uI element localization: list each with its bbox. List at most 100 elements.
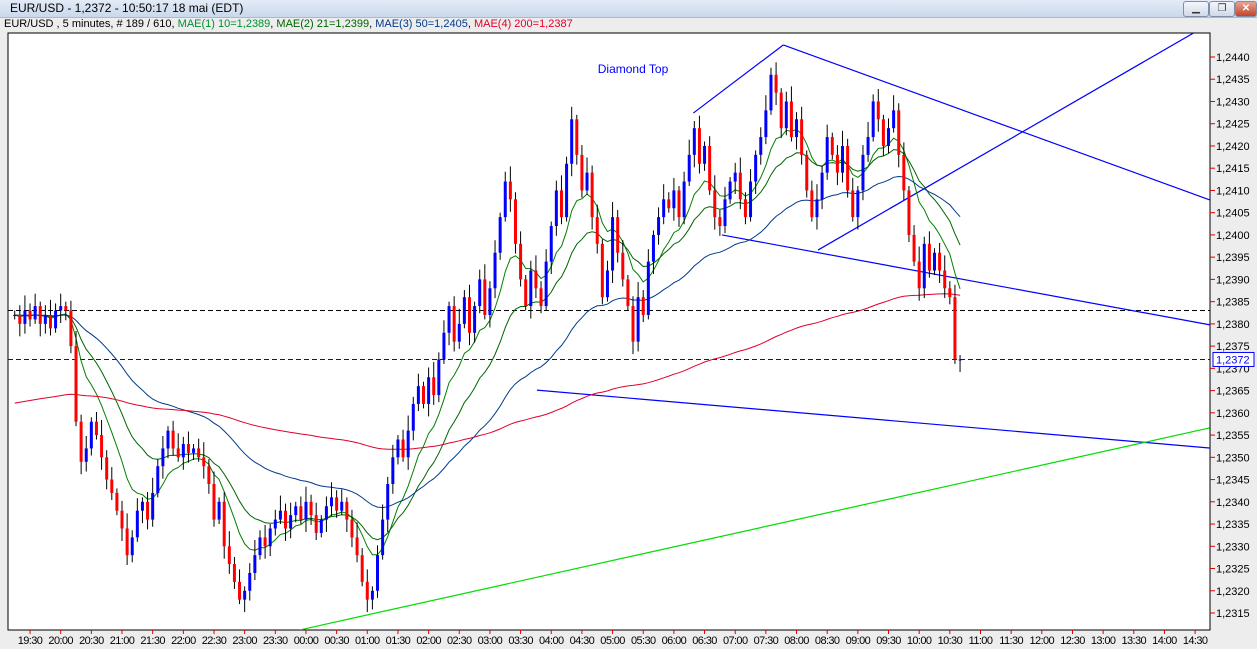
candle-up xyxy=(856,190,860,218)
candle-down xyxy=(789,101,793,138)
candle-down xyxy=(805,154,809,191)
candle-down xyxy=(743,199,747,218)
candle-down xyxy=(69,310,73,347)
candle-down xyxy=(851,190,855,218)
x-tick-label: 12:00 xyxy=(1030,635,1055,647)
candle-up xyxy=(682,181,686,218)
candle-up xyxy=(820,172,824,200)
candle-up xyxy=(416,386,420,404)
price-chart[interactable]: 1,2440 1,2435 1,2430 1,2425 1,2420 1,2415 1,24… xyxy=(0,0,1257,649)
candle-up xyxy=(769,74,773,111)
x-tick-label: 04:30 xyxy=(570,635,595,647)
candle-down xyxy=(575,119,579,155)
candle-up xyxy=(33,306,37,320)
candle-up xyxy=(248,572,252,591)
candle-up xyxy=(140,501,144,511)
candle-down xyxy=(284,510,288,529)
candle-up xyxy=(289,515,293,529)
candle-up xyxy=(130,537,134,556)
x-tick-label: 06:30 xyxy=(692,635,717,647)
y-tick-label: 1,2430 xyxy=(1216,96,1250,108)
x-tick-label: 22:30 xyxy=(202,635,227,647)
candle-down xyxy=(120,510,124,529)
candle-down xyxy=(621,252,625,280)
candle-up xyxy=(754,154,758,182)
x-tick-label: 08:30 xyxy=(815,635,840,647)
candle-down xyxy=(115,492,119,511)
candle-down xyxy=(938,252,942,271)
candle-down xyxy=(677,190,681,218)
candle-down xyxy=(186,443,190,453)
candle-up xyxy=(381,519,385,556)
candle-down xyxy=(227,546,231,565)
candle-up xyxy=(294,506,298,516)
candle-up xyxy=(43,314,47,324)
candle-up xyxy=(457,323,461,342)
candle-down xyxy=(641,297,645,315)
candle-up xyxy=(554,190,558,227)
x-tick-label: 12:30 xyxy=(1060,635,1085,647)
candle-down xyxy=(360,555,364,582)
x-tick-label: 10:30 xyxy=(938,635,963,647)
candle-down xyxy=(524,279,528,307)
candle-up xyxy=(662,199,666,218)
candle-up xyxy=(192,448,196,453)
x-tick-label: 06:00 xyxy=(662,635,687,647)
y-tick-label: 1,2405 xyxy=(1216,208,1250,220)
candle-down xyxy=(171,430,175,449)
candle-up xyxy=(922,243,926,289)
candle-up xyxy=(503,181,507,218)
x-tick-label: 13:30 xyxy=(1122,635,1147,647)
candle-down xyxy=(350,519,354,538)
candle-down xyxy=(708,145,712,191)
candle-down xyxy=(197,448,201,458)
candle-up xyxy=(493,252,497,289)
y-tick-label: 1,2335 xyxy=(1216,519,1250,531)
candle-down xyxy=(309,501,313,516)
y-tick-label: 1,2355 xyxy=(1216,430,1250,442)
x-tick-label: 11:00 xyxy=(969,635,993,647)
candle-up xyxy=(749,181,753,218)
candle-down xyxy=(18,314,22,324)
candle-up xyxy=(488,288,492,315)
candle-up xyxy=(795,119,799,138)
x-tick-label: 08:00 xyxy=(784,635,809,647)
candle-up xyxy=(784,101,788,129)
candle-down xyxy=(600,243,604,298)
candle-down xyxy=(800,119,804,155)
candle-down xyxy=(238,581,242,600)
candle-up xyxy=(887,128,891,146)
candle-up xyxy=(544,261,548,307)
candle-up xyxy=(723,199,727,227)
x-tick-label: 23:30 xyxy=(263,635,288,647)
diamond-top-annotation: Diamond Top xyxy=(598,62,669,76)
candle-up xyxy=(54,310,58,329)
candle-up xyxy=(427,377,431,404)
y-tick-label: 1,2435 xyxy=(1216,74,1250,86)
x-tick-label: 14:00 xyxy=(1152,635,1177,647)
plot-area xyxy=(7,32,1211,631)
candle-up xyxy=(570,119,574,164)
candle-down xyxy=(846,145,850,191)
candle-up xyxy=(442,332,446,360)
candle-up xyxy=(13,314,17,316)
candle-down xyxy=(907,190,911,235)
y-tick-label: 1,2330 xyxy=(1216,541,1250,553)
candle-up xyxy=(861,154,865,191)
candle-down xyxy=(207,466,211,485)
candle-down xyxy=(667,199,671,209)
candle-down xyxy=(212,484,216,520)
candle-down xyxy=(263,537,267,547)
x-tick-label: 20:00 xyxy=(48,635,73,647)
candle-down xyxy=(580,154,584,191)
candle-down xyxy=(595,217,599,244)
candle-down xyxy=(513,199,517,244)
candle-up xyxy=(657,217,661,235)
candle-up xyxy=(462,297,466,324)
x-tick-label: 22:00 xyxy=(171,635,196,647)
y-tick-label: 1,2425 xyxy=(1216,119,1250,131)
candle-up xyxy=(411,403,415,431)
y-tick-label: 1,2360 xyxy=(1216,408,1250,420)
x-tick-label: 19:30 xyxy=(18,635,43,647)
candle-up xyxy=(406,430,410,458)
